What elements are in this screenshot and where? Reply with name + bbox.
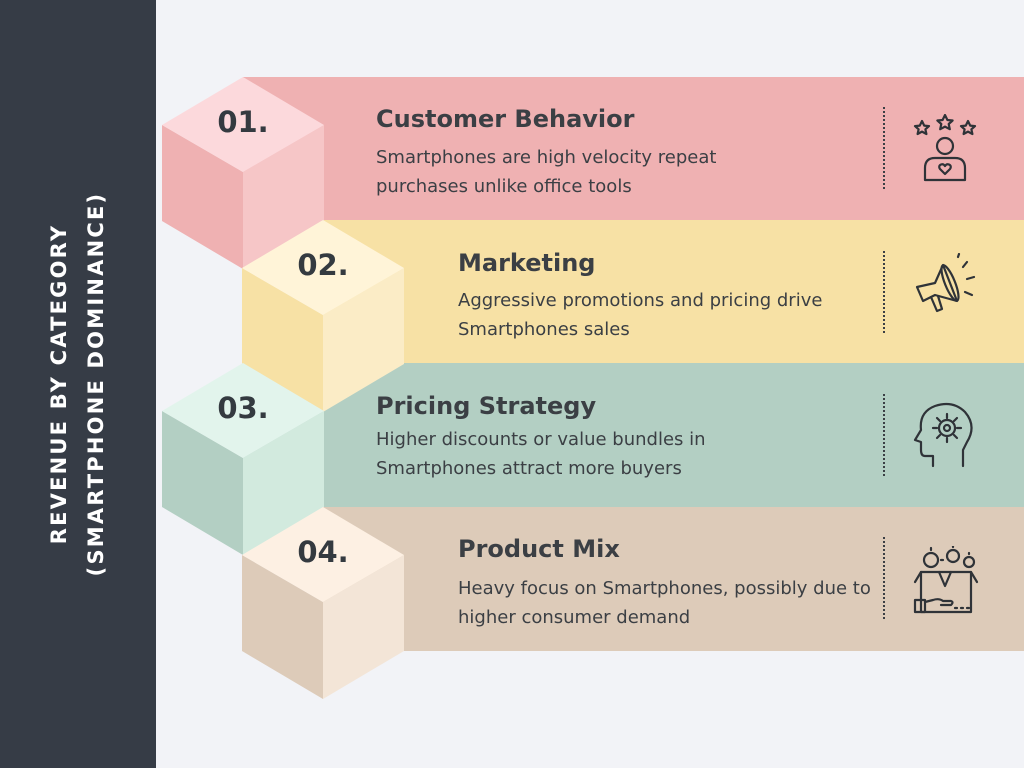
cube-02-number: 02. bbox=[297, 248, 349, 282]
sidebar: REVENUE BY CATEGORY (SMARTPHONE DOMINANC… bbox=[0, 0, 156, 768]
cube-04: 04. bbox=[242, 507, 404, 699]
megaphone-icon bbox=[911, 252, 979, 321]
sidebar-title: REVENUE BY CATEGORY (SMARTPHONE DOMINANC… bbox=[41, 192, 115, 577]
item-title-customer-behavior: Customer Behavior bbox=[376, 105, 635, 133]
item-title-product-mix: Product Mix bbox=[458, 535, 620, 563]
divider-1 bbox=[883, 107, 885, 189]
cube-04-number: 04. bbox=[297, 535, 349, 569]
cube-01-number: 01. bbox=[217, 105, 269, 139]
item-description-product-mix: Heavy focus on Smartphones, possibly due… bbox=[458, 578, 871, 628]
customer-rating-icon bbox=[911, 113, 979, 182]
item-description-marketing: Aggressive promotions and pricing drive … bbox=[458, 290, 823, 340]
sidebar-title-line-1: REVENUE BY CATEGORY bbox=[47, 223, 71, 545]
item-title-pricing-strategy: Pricing Strategy bbox=[376, 392, 597, 420]
item-description-pricing-strategy: Higher discounts or value bundles in Sma… bbox=[376, 429, 706, 479]
head-gear-icon bbox=[911, 400, 979, 468]
item-title-marketing: Marketing bbox=[458, 249, 596, 277]
product-box-icon bbox=[911, 544, 979, 614]
sidebar-title-line-2: (SMARTPHONE DOMINANCE) bbox=[84, 191, 108, 577]
divider-4 bbox=[883, 537, 885, 619]
divider-2 bbox=[883, 251, 885, 333]
divider-3 bbox=[883, 394, 885, 476]
cube-03-number: 03. bbox=[217, 391, 269, 425]
item-description-customer-behavior: Smartphones are high velocity repeat pur… bbox=[376, 147, 717, 197]
